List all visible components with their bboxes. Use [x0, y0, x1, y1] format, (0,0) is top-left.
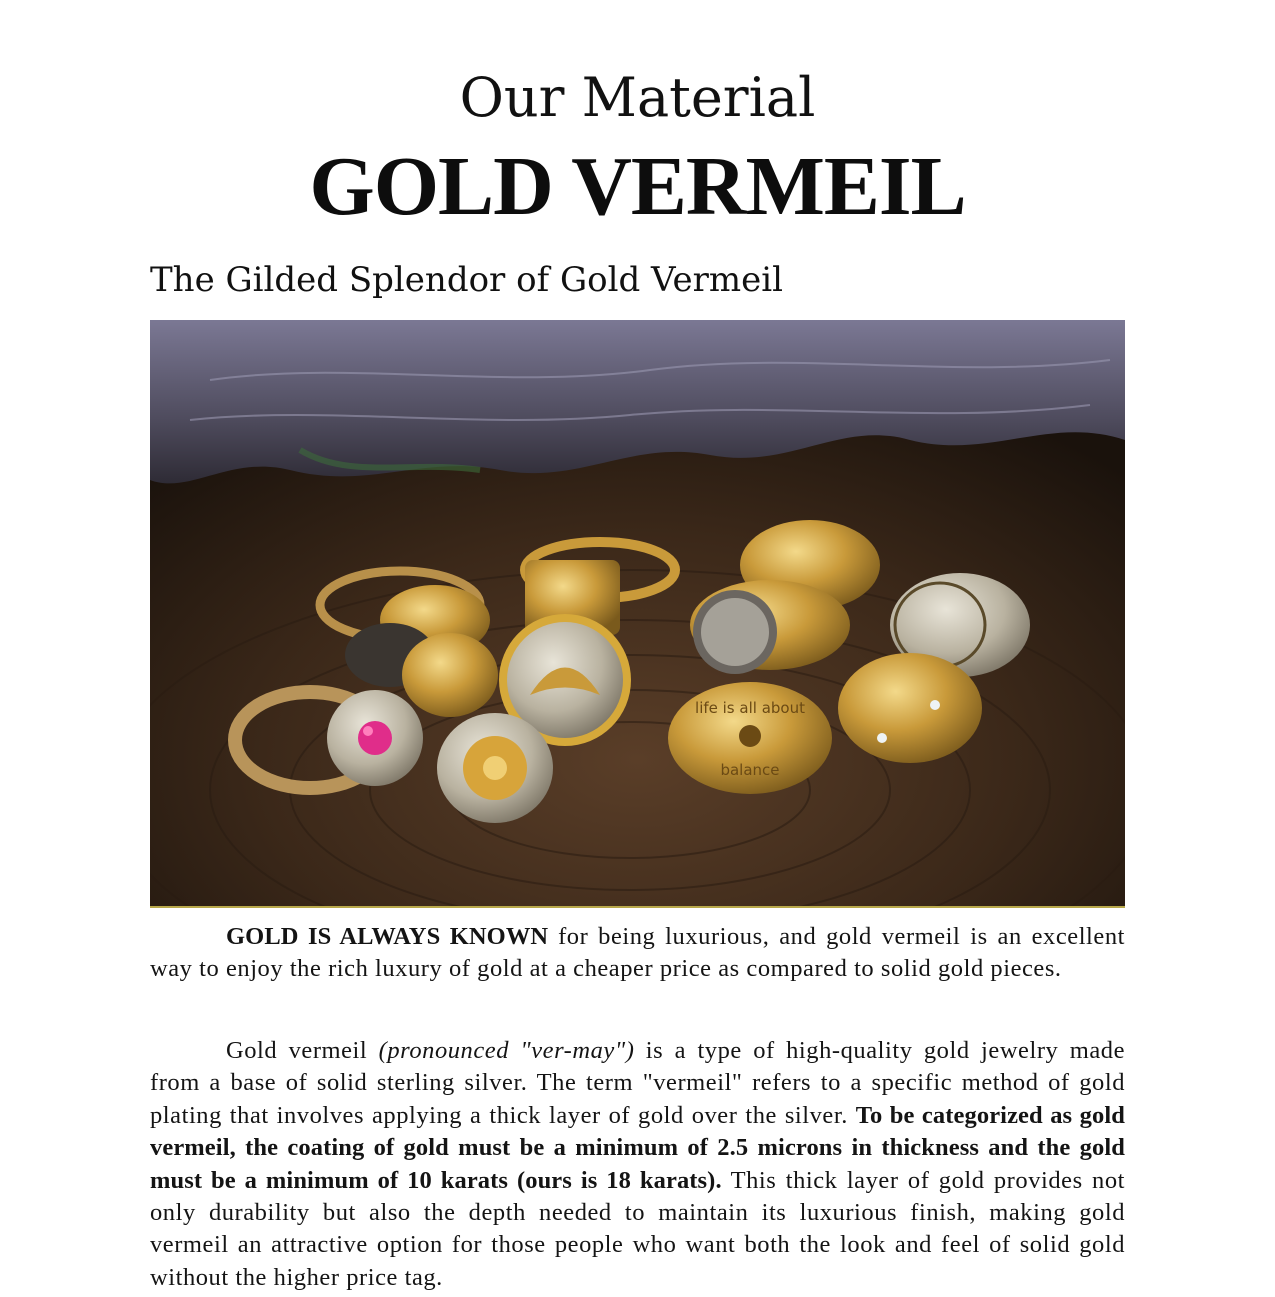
eyebrow-heading: Our Material: [459, 66, 816, 129]
ring-star-flower: [437, 713, 553, 823]
ring-om: [838, 653, 982, 763]
document-page: Our Material GOLD VERMEIL The Gilded Spl…: [150, 0, 1125, 1297]
section-subtitle: The Gilded Splendor of Gold Vermeil: [150, 260, 783, 300]
svg-text:balance: balance: [720, 761, 779, 779]
gold-vermeil-rings-photo: life is all about balance: [150, 320, 1125, 908]
svg-text:life is all about: life is all about: [695, 699, 805, 717]
intro-lead: GOLD IS ALWAYS KNOWN: [226, 923, 549, 950]
intro-paragraph: GOLD IS ALWAYS KNOWN for being luxurious…: [150, 921, 1125, 986]
ring-flower-small: [402, 633, 498, 717]
definition-start: Gold vermeil: [226, 1037, 379, 1064]
ring-balance: life is all about balance: [668, 682, 832, 794]
pronunciation: (pronounced "ver-may"): [378, 1037, 635, 1064]
definition-paragraph: Gold vermeil (pronounced "ver-may") is a…: [150, 1035, 1125, 1294]
page-title: GOLD VERMEIL: [309, 140, 966, 233]
